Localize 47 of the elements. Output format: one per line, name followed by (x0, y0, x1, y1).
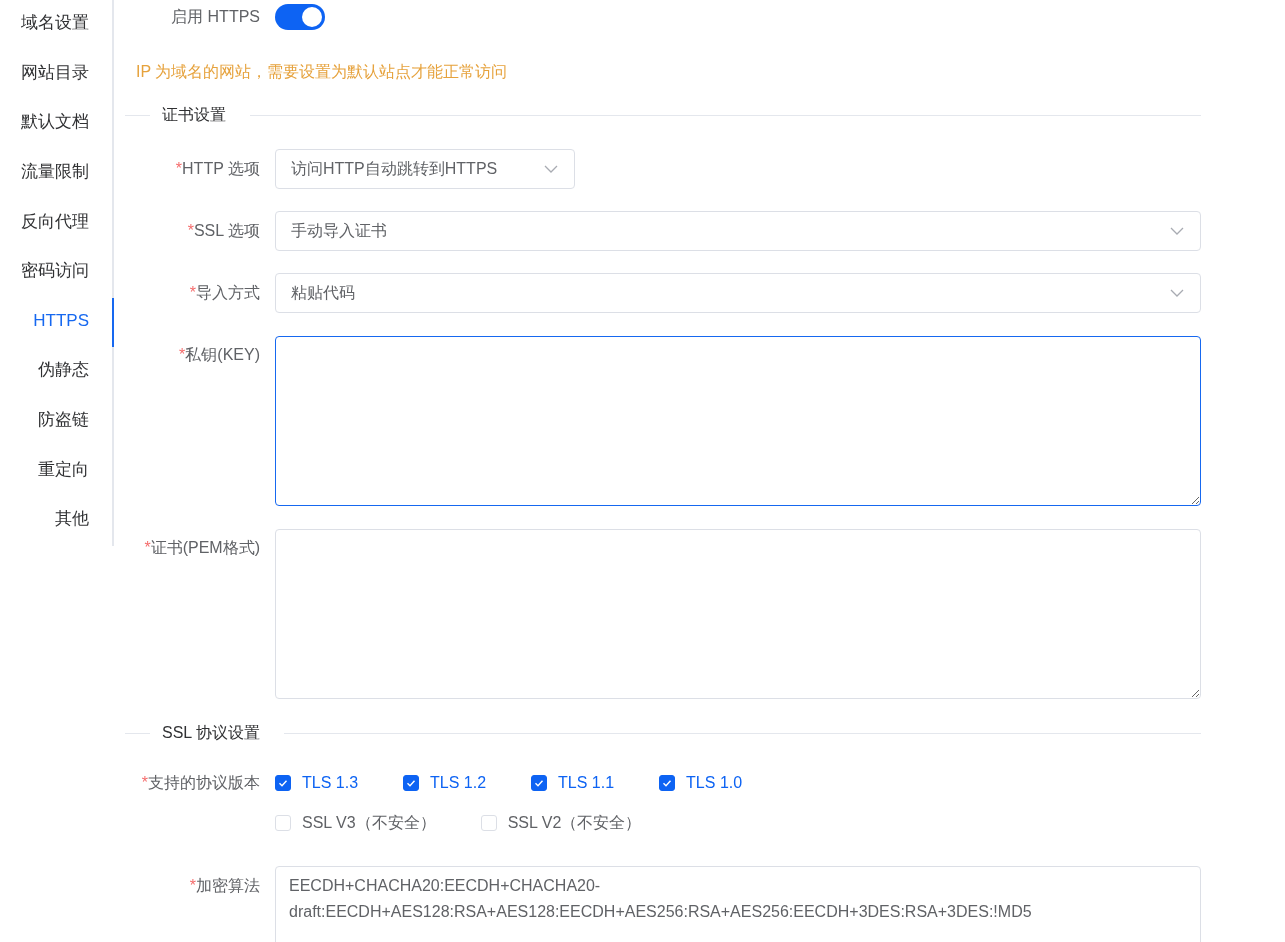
protocol-option[interactable]: TLS 1.3 (275, 774, 359, 792)
protocol-option[interactable]: TLS 1.2 (403, 774, 487, 792)
protocol-option[interactable]: TLS 1.1 (531, 774, 615, 792)
checkbox[interactable] (659, 775, 676, 791)
dropdown-select[interactable]: 粘贴代码 (275, 273, 1201, 313)
https-toggle-switch[interactable] (275, 4, 325, 30)
sidebar-item[interactable]: 其他 (0, 496, 114, 547)
dropdown-select[interactable]: 手动导入证书 (275, 211, 1201, 251)
chevron-down-icon (544, 165, 558, 173)
field-label: HTTP 选项 (182, 160, 260, 177)
sidebar-item[interactable]: 反向代理 (0, 198, 114, 249)
sidebar-item[interactable]: 伪静态 (0, 347, 114, 398)
checkbox[interactable] (531, 775, 548, 791)
checkbox[interactable] (275, 775, 291, 791)
sidebar-item[interactable]: HTTPS (0, 297, 114, 348)
field-label: 支持的协议版本 (148, 774, 260, 791)
sidebar-item[interactable]: 默认文档 (0, 99, 114, 149)
section-title: SSL 协议设置 (161, 722, 262, 743)
section-title: 证书设置 (161, 104, 227, 125)
sidebar-item[interactable]: 域名设置 (0, 0, 114, 50)
field-label: 加密算法 (196, 877, 260, 894)
protocol-option[interactable]: TLS 1.0 (659, 774, 743, 792)
required-asterisk: * (179, 346, 186, 363)
sidebar-item[interactable]: 网站目录 (0, 49, 114, 100)
cipher-text-area[interactable]: EECDH+CHACHA20:EECDH+CHACHA20-draft:EECDH+AES128:RSA+AES128:EECDH+AES256:RSA+AES256:EECDH+3DES:RSA+3DES:!MD5 (275, 866, 1201, 942)
required-asterisk: * (189, 284, 196, 301)
sidebar-item[interactable]: 防盗链 (0, 397, 114, 447)
required-asterisk: * (175, 160, 183, 177)
field-label: 导入方式 (196, 284, 260, 301)
chevron-down-icon (1170, 227, 1184, 235)
required-asterisk: * (141, 774, 148, 791)
required-asterisk: * (189, 877, 196, 894)
protocol-option[interactable]: SSL V3（不安全） (275, 812, 436, 834)
sidebar-item[interactable]: 重定向 (0, 446, 114, 497)
field-label: 证书(PEM格式) (150, 539, 260, 556)
checkbox[interactable] (403, 775, 420, 791)
field-label: SSL 选项 (193, 222, 260, 239)
sidebar-item[interactable]: 密码访问 (0, 248, 114, 298)
sidebar-item[interactable]: 流量限制 (0, 148, 114, 199)
chevron-down-icon (1170, 289, 1184, 297)
warning-text: IP 为域名的网站，需要设置为默认站点才能正常访问 (136, 62, 509, 82)
protocol-option[interactable]: SSL V2（不安全） (480, 812, 642, 834)
required-asterisk: * (187, 222, 194, 239)
field-label: 启用 HTTPS (170, 6, 261, 27)
required-asterisk: * (144, 539, 151, 556)
field-label: 私钥(KEY) (185, 346, 260, 363)
dropdown-select[interactable]: 访问HTTP自动跳转到HTTPS (275, 149, 575, 189)
